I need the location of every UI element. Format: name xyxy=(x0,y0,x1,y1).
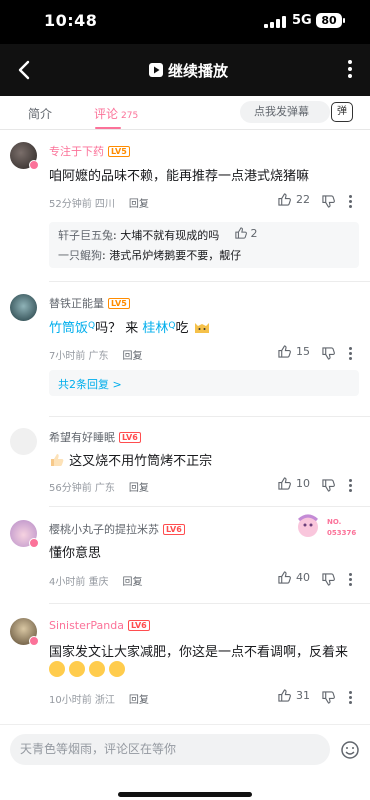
comment-text: 懂你意思 xyxy=(49,546,102,561)
level-badge: LV5 xyxy=(108,298,130,309)
level-badge: LV6 xyxy=(119,432,141,443)
thumbs-up-icon xyxy=(235,227,247,239)
level-badge: LV6 xyxy=(163,524,185,535)
comment-count: 275 xyxy=(121,111,139,121)
comment-meta: 52分钟前 四川 回复 xyxy=(49,199,149,210)
more-replies-link[interactable]: 共2条回复 > xyxy=(58,376,122,392)
comment-more-icon[interactable] xyxy=(349,347,353,362)
danmaku-input[interactable]: 点我发弹幕 xyxy=(240,101,330,123)
thumbs-down-icon[interactable] xyxy=(322,479,335,492)
comment-username[interactable]: 樱桃小丸子的提拉米苏 LV6 xyxy=(49,521,185,537)
comment-text: 国家发文让大家减肥，你这是一点不看调啊，反着来 xyxy=(49,645,349,660)
tab-comments-label: 评论 xyxy=(94,107,119,121)
reply-button[interactable]: 回复 xyxy=(129,483,149,494)
comment-item: 专注于下药 LV5 咱阿嬷的品味不赖，能再推荐一点港式烧猪嘛 52分钟前 四川 回复… xyxy=(0,130,370,270)
comment-more-icon[interactable] xyxy=(349,479,353,494)
like-button[interactable]: 40 xyxy=(278,571,310,584)
comment-item: 替铁正能量 LV5 竹筒饭Q吗？ 来 桂林Q吃 7小时前 广东 回复 15 共2条回… xyxy=(0,282,370,402)
status-bar: 10:48 5G 80 xyxy=(0,0,370,44)
emoji-picker-icon[interactable] xyxy=(340,740,360,760)
danmaku-toggle[interactable]: 弹 xyxy=(331,102,353,122)
more-vertical-icon[interactable] xyxy=(343,58,357,82)
comment-more-icon[interactable] xyxy=(349,195,353,210)
level-badge: LV6 xyxy=(127,620,150,631)
tab-intro[interactable]: 简介 xyxy=(28,105,52,122)
like-button[interactable]: 22 xyxy=(278,193,310,206)
bottom-comment-bar: 天青色等烟雨，评论区在等你 xyxy=(0,724,370,800)
reply-button[interactable]: 回复 xyxy=(129,695,149,706)
emoji-row xyxy=(49,661,126,678)
search-link[interactable]: 桂林 xyxy=(142,321,168,336)
fan-decoration-label: NO. xyxy=(327,518,342,526)
status-time: 10:48 xyxy=(44,11,98,30)
fan-decoration-number: 053376 xyxy=(327,529,357,537)
thumbs-down-icon[interactable] xyxy=(322,573,335,586)
network-type: 5G xyxy=(292,13,312,28)
comment-more-icon[interactable] xyxy=(349,691,353,706)
comment-username[interactable]: 希望有好睡眠 LV6 xyxy=(49,429,141,445)
comment-username[interactable]: 专注于下药 LV5 xyxy=(49,143,130,159)
comment-text: 竹筒饭Q吗？ 来 桂林Q吃 xyxy=(49,317,211,336)
like-button[interactable]: 15 xyxy=(278,345,310,358)
thumbs-down-icon[interactable] xyxy=(322,195,335,208)
comment-item: 希望有好睡眠 LV6 这叉烧不用竹筒烤不正宗 56分钟前 广东 回复 10 xyxy=(0,417,370,509)
cat-emoji-icon xyxy=(194,323,209,333)
comment-more-icon[interactable] xyxy=(349,573,353,588)
battery-icon: 80 xyxy=(316,13,345,28)
reply-preview: 一只鲲狗: 港式吊炉烤鹅要不要，靓仔 xyxy=(58,249,242,262)
comment-item: SinisterPanda LV6 国家发文让大家减肥，你这是一点不看调啊，反着来… xyxy=(0,604,370,722)
search-link[interactable]: 竹筒饭 xyxy=(49,321,88,336)
video-bar: 继续播放 xyxy=(0,44,370,96)
reply-button[interactable]: 回复 xyxy=(129,199,149,210)
comment-username[interactable]: 替铁正能量 LV5 xyxy=(49,295,130,311)
thumbs-up-icon xyxy=(278,477,291,490)
avatar[interactable] xyxy=(10,294,37,321)
reply-button[interactable]: 回复 xyxy=(123,351,143,362)
vip-badge-icon xyxy=(29,160,39,170)
vip-badge-icon xyxy=(29,538,39,548)
level-badge: LV5 xyxy=(108,146,130,157)
thumbs-up-icon xyxy=(278,193,291,206)
back-icon[interactable] xyxy=(12,57,38,83)
tab-bar: 简介 评论 275 点我发弹幕 弹 xyxy=(0,96,370,130)
like-button[interactable]: 10 xyxy=(278,477,310,490)
crying-emoji-icon xyxy=(109,661,126,677)
tab-comments[interactable]: 评论 275 xyxy=(94,105,138,122)
resume-play-label: 继续播放 xyxy=(168,61,229,80)
home-indicator xyxy=(118,792,252,797)
comment-input[interactable]: 天青色等烟雨，评论区在等你 xyxy=(10,734,330,765)
reply-button[interactable]: 回复 xyxy=(123,577,143,588)
reply-preview: 轩子巨五兔: 大埔不就有现成的吗 xyxy=(58,229,220,242)
crying-emoji-icon xyxy=(69,661,86,677)
crying-emoji-icon xyxy=(49,661,65,677)
comment-meta: 7小时前 广东 回复 xyxy=(49,351,143,362)
play-icon xyxy=(149,63,163,77)
reply-preview-box[interactable]: 轩子巨五兔: 大埔不就有现成的吗 2 一只鲲狗: 港式吊炉烤鹅要不要，靓仔 xyxy=(49,222,359,268)
thumbs-down-icon[interactable] xyxy=(322,691,335,704)
more-replies-box[interactable]: 共2条回复 > xyxy=(49,370,359,396)
comment-text: 这叉烧不用竹筒烤不正宗 xyxy=(49,450,212,469)
comment-text: 咱阿嬷的品味不赖，能再推荐一点港式烧猪嘛 xyxy=(49,169,310,184)
reply-like[interactable]: 2 xyxy=(235,227,258,240)
resume-play-button[interactable]: 继续播放 xyxy=(149,59,228,81)
vip-badge-icon xyxy=(29,636,39,646)
comment-meta: 56分钟前 广东 回复 xyxy=(49,483,149,494)
thumbs-up-icon xyxy=(278,571,291,584)
thumbs-down-icon[interactable] xyxy=(322,347,335,360)
comment-meta: 10小时前 浙江 回复 xyxy=(49,695,149,706)
thumbs-up-icon xyxy=(278,345,291,358)
signal-icon xyxy=(264,16,286,28)
tab-active-indicator xyxy=(95,127,121,129)
like-button[interactable]: 31 xyxy=(278,689,310,702)
thumbs-up-emoji-icon xyxy=(51,454,64,466)
thumbs-up-icon xyxy=(278,689,291,702)
comment-username[interactable]: SinisterPanda LV6 xyxy=(49,619,150,632)
crying-emoji-icon xyxy=(89,661,106,677)
avatar[interactable] xyxy=(10,428,37,455)
comment-meta: 4小时前 重庆 回复 xyxy=(49,577,143,588)
